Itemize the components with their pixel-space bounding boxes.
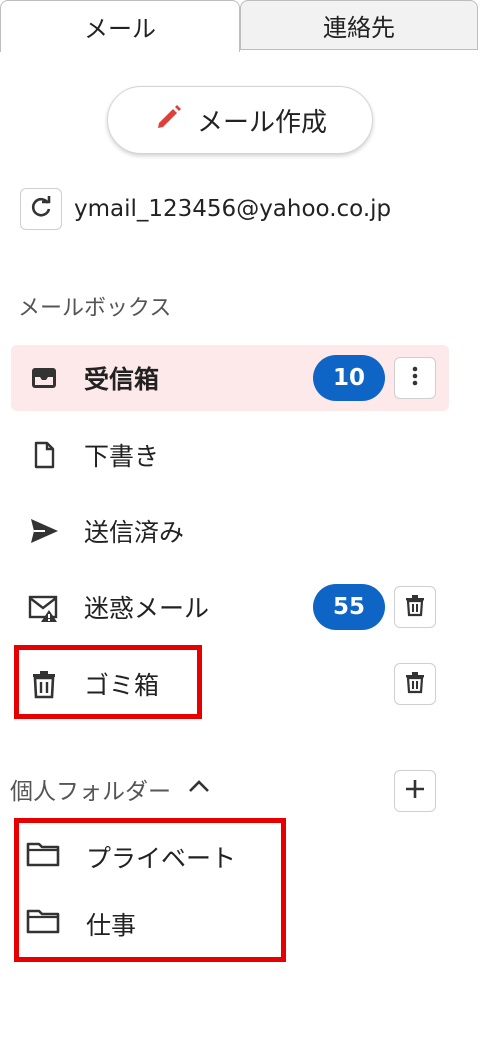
inbox-icon (25, 359, 63, 397)
compose-button[interactable]: メール作成 (107, 86, 373, 154)
folder-label: 仕事 (86, 911, 137, 940)
mailbox-item-inbox[interactable]: 受信箱 10 (11, 345, 449, 411)
tab-contacts[interactable]: 連絡先 (240, 0, 478, 50)
tab-bar: メール 連絡先 (0, 0, 480, 52)
refresh-button[interactable] (20, 188, 62, 230)
send-icon (25, 512, 63, 550)
folder-label: プライベート (86, 844, 237, 873)
mailbox-item-sent[interactable]: 送信済み (11, 498, 449, 564)
mailbox-label: 迷惑メール (84, 594, 210, 623)
mailbox-label: 下書き (84, 442, 160, 471)
folder-item-private[interactable]: プライベート (24, 832, 236, 882)
folder-icon (24, 835, 62, 879)
trash-icon (25, 665, 63, 703)
account-row: ymail_123456@yahoo.co.jp (20, 188, 391, 230)
personal-folders-toggle[interactable]: 個人フォルダー (10, 772, 213, 806)
plus-icon (403, 777, 427, 805)
chevron-up-icon (185, 772, 213, 806)
unread-badge: 55 (313, 584, 385, 630)
pencil-icon (153, 101, 185, 140)
personal-folders-label: 個人フォルダー (10, 779, 171, 805)
document-icon (25, 436, 63, 474)
folder-item-work[interactable]: 仕事 (24, 899, 136, 949)
empty-spam-button[interactable] (394, 586, 436, 628)
trash-icon (403, 593, 427, 621)
mailbox-item-drafts[interactable]: 下書き (11, 422, 449, 488)
mailbox-item-trash[interactable]: ゴミ箱 (11, 651, 449, 717)
mailbox-label: 送信済み (84, 518, 185, 547)
tab-mail[interactable]: メール (0, 0, 240, 52)
more-vertical-icon (403, 364, 427, 392)
refresh-icon (28, 194, 54, 224)
spam-mail-icon (25, 588, 63, 626)
mailbox-label: 受信箱 (84, 365, 160, 394)
trash-icon (403, 670, 427, 698)
mailbox-label: ゴミ箱 (84, 671, 160, 700)
compose-label: メール作成 (196, 107, 327, 138)
mailbox-item-spam[interactable]: 迷惑メール 55 (11, 574, 449, 640)
folder-icon (24, 902, 62, 946)
inbox-menu-button[interactable] (394, 357, 436, 399)
account-email: ymail_123456@yahoo.co.jp (74, 196, 392, 222)
add-folder-button[interactable] (394, 770, 436, 812)
mailbox-section-label: メールボックス (18, 296, 172, 321)
empty-trash-button[interactable] (394, 663, 436, 705)
unread-badge: 10 (313, 355, 385, 401)
